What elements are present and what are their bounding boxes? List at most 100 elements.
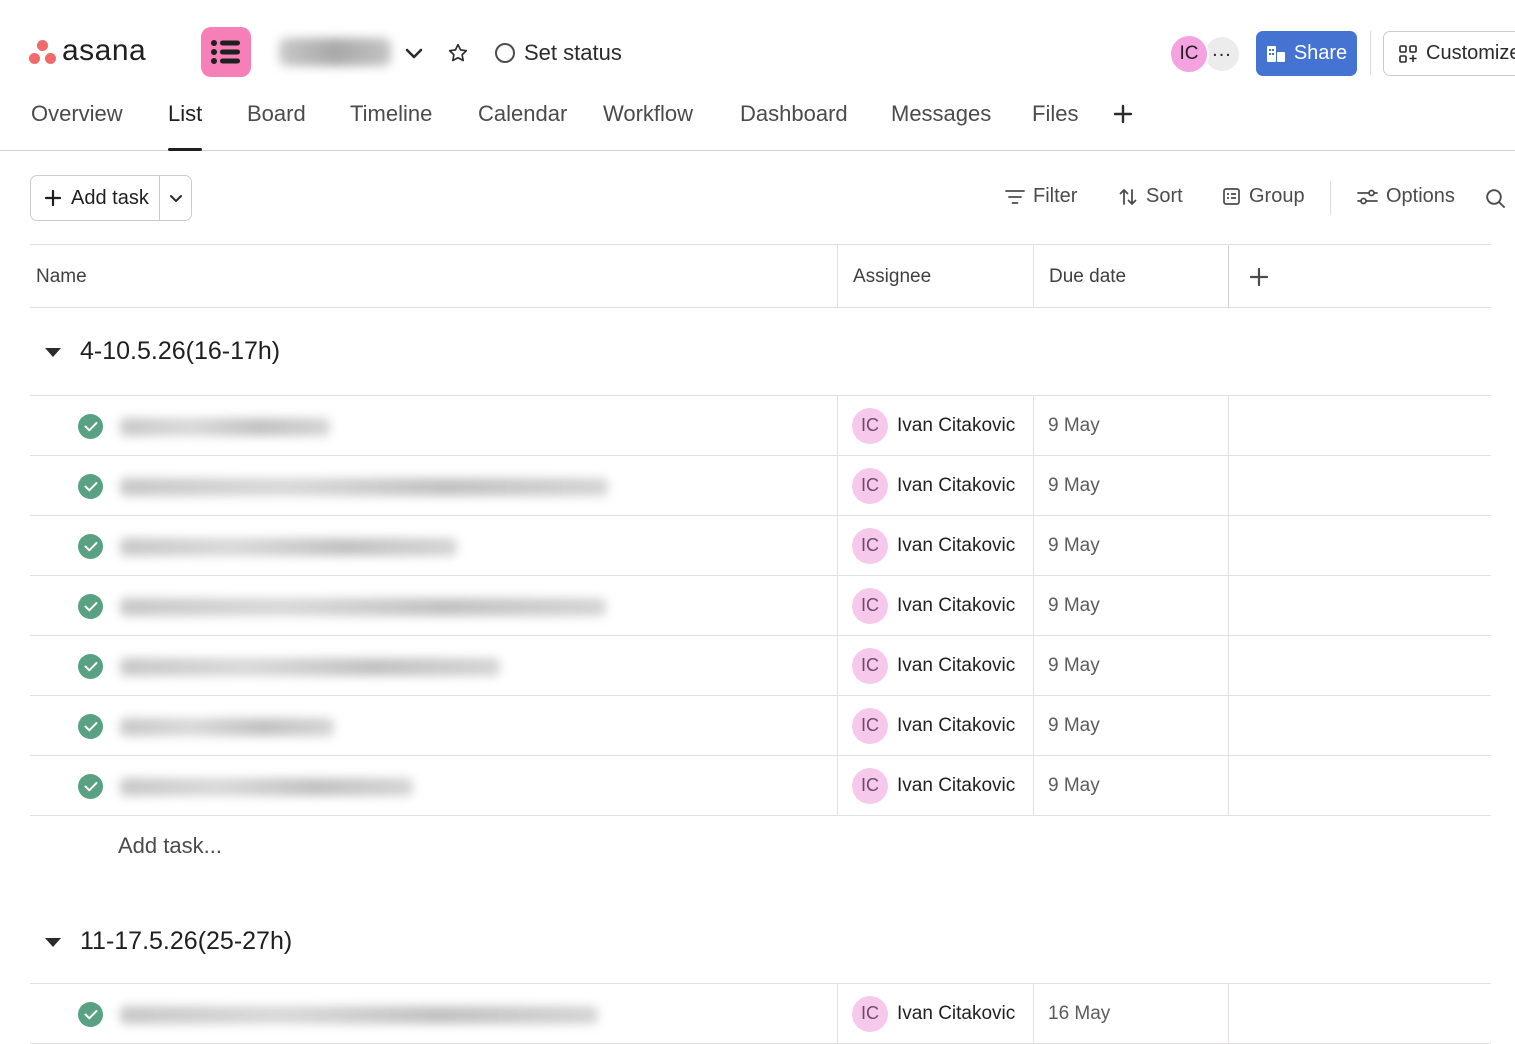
table-row[interactable]: IC Ivan Citakovic 9 May bbox=[30, 516, 1491, 576]
avatar: IC bbox=[852, 995, 888, 1032]
column-header-name[interactable]: Name bbox=[36, 245, 87, 308]
completed-check-icon[interactable] bbox=[78, 594, 103, 619]
section-title[interactable]: 11-17.5.26(25-27h) bbox=[80, 927, 292, 956]
table-row[interactable]: IC Ivan Citakovic 9 May bbox=[30, 396, 1491, 456]
add-task-menu-chevron-down-icon[interactable] bbox=[160, 176, 191, 220]
options-button[interactable]: Options bbox=[1357, 185, 1455, 208]
tab-list[interactable]: List bbox=[168, 101, 203, 151]
table-row[interactable]: IC Ivan Citakovic 16 May bbox=[30, 984, 1491, 1044]
project-list-icon[interactable] bbox=[201, 27, 251, 77]
search-icon[interactable] bbox=[1483, 186, 1507, 210]
due-date-cell[interactable]: 16 May bbox=[1033, 984, 1228, 1043]
tab-calendar[interactable]: Calendar bbox=[478, 101, 567, 151]
due-date-cell[interactable]: 9 May bbox=[1033, 636, 1228, 695]
add-tab-plus-icon[interactable] bbox=[1111, 101, 1135, 127]
completed-check-icon[interactable] bbox=[78, 474, 103, 499]
empty-cell bbox=[1228, 636, 1491, 695]
task-name-redacted[interactable] bbox=[120, 1006, 598, 1024]
section-title[interactable]: 4-10.5.26(16-17h) bbox=[80, 337, 280, 366]
assignee-cell[interactable]: IC Ivan Citakovic bbox=[837, 696, 1033, 755]
group-button[interactable]: Group bbox=[1222, 185, 1305, 208]
section-header[interactable]: 11-17.5.26(25-27h) bbox=[30, 900, 1491, 984]
completed-check-icon[interactable] bbox=[78, 714, 103, 739]
table-row[interactable]: IC Ivan Citakovic 9 May bbox=[30, 636, 1491, 696]
logo-text: asana bbox=[62, 34, 147, 67]
asana-logo[interactable]: asana bbox=[28, 34, 146, 68]
table-row[interactable]: IC Ivan Citakovic 9 May bbox=[30, 456, 1491, 516]
table-row[interactable]: IC Ivan Citakovic 9 May bbox=[30, 756, 1491, 816]
tab-files[interactable]: Files bbox=[1032, 101, 1078, 151]
filter-button[interactable]: Filter bbox=[1005, 185, 1077, 208]
task-name-redacted[interactable] bbox=[120, 538, 457, 556]
share-button[interactable]: Share bbox=[1256, 31, 1357, 76]
due-date-cell[interactable]: 9 May bbox=[1033, 576, 1228, 635]
due-date-cell[interactable]: 9 May bbox=[1033, 516, 1228, 575]
due-date-cell[interactable]: 9 May bbox=[1033, 396, 1228, 455]
collapse-caret-icon[interactable] bbox=[45, 938, 61, 947]
assignee-cell[interactable]: IC Ivan Citakovic bbox=[837, 636, 1033, 695]
task-name-redacted[interactable] bbox=[120, 658, 500, 676]
assignee-cell[interactable]: IC Ivan Citakovic bbox=[837, 396, 1033, 455]
tab-timeline[interactable]: Timeline bbox=[350, 101, 432, 151]
customize-grid-icon bbox=[1399, 44, 1417, 63]
add-task-inline[interactable]: Add task... bbox=[30, 816, 1491, 880]
view-tabs: Overview List Board Timeline Calendar Wo… bbox=[0, 96, 1515, 151]
sort-button[interactable]: Sort bbox=[1118, 185, 1183, 208]
project-menu-chevron-down-icon[interactable] bbox=[402, 42, 426, 66]
divider bbox=[1370, 31, 1371, 75]
empty-cell bbox=[1228, 984, 1491, 1043]
assignee-name: Ivan Citakovic bbox=[897, 474, 1016, 496]
filter-label: Filter bbox=[1033, 185, 1078, 207]
completed-check-icon[interactable] bbox=[78, 1002, 103, 1027]
tab-workflow[interactable]: Workflow bbox=[603, 101, 693, 151]
avatar: IC bbox=[852, 647, 888, 684]
task-name-redacted[interactable] bbox=[120, 418, 330, 436]
task-name-redacted[interactable] bbox=[120, 718, 334, 736]
sort-label: Sort bbox=[1146, 185, 1183, 207]
customize-button[interactable]: Customize bbox=[1383, 31, 1515, 76]
add-column-plus-icon[interactable] bbox=[1228, 245, 1288, 308]
task-name-redacted[interactable] bbox=[120, 478, 608, 496]
filter-icon bbox=[1005, 189, 1025, 204]
collapse-caret-icon[interactable] bbox=[45, 348, 61, 357]
empty-cell bbox=[1228, 516, 1491, 575]
add-task-button[interactable]: Add task bbox=[31, 176, 159, 220]
task-name-redacted[interactable] bbox=[120, 598, 606, 616]
assignee-cell[interactable]: IC Ivan Citakovic bbox=[837, 984, 1033, 1043]
avatar: IC bbox=[852, 527, 888, 564]
tab-overview[interactable]: Overview bbox=[31, 101, 123, 151]
assignee-cell[interactable]: IC Ivan Citakovic bbox=[837, 516, 1033, 575]
completed-check-icon[interactable] bbox=[78, 654, 103, 679]
assignee-cell[interactable]: IC Ivan Citakovic bbox=[837, 456, 1033, 515]
due-date-cell[interactable]: 9 May bbox=[1033, 696, 1228, 755]
task-list-table: Name Assignee Due date 4-10.5.26(16-17h)… bbox=[30, 244, 1491, 1044]
avatar[interactable]: IC bbox=[1169, 34, 1209, 74]
assignee-cell[interactable]: IC Ivan Citakovic bbox=[837, 576, 1033, 635]
table-row[interactable]: IC Ivan Citakovic 9 May bbox=[30, 696, 1491, 756]
completed-check-icon[interactable] bbox=[78, 414, 103, 439]
project-name-redacted[interactable] bbox=[279, 38, 391, 66]
task-name-redacted[interactable] bbox=[120, 778, 413, 796]
assignee-name: Ivan Citakovic bbox=[897, 1002, 1016, 1024]
completed-check-icon[interactable] bbox=[78, 774, 103, 799]
table-row[interactable]: IC Ivan Citakovic 9 May bbox=[30, 576, 1491, 636]
empty-cell bbox=[1228, 576, 1491, 635]
due-date-cell[interactable]: 9 May bbox=[1033, 456, 1228, 515]
set-status-button[interactable]: Set status bbox=[495, 40, 622, 66]
completed-check-icon[interactable] bbox=[78, 534, 103, 559]
column-header-assignee[interactable]: Assignee bbox=[837, 245, 1033, 308]
due-date-cell[interactable]: 9 May bbox=[1033, 756, 1228, 815]
star-icon[interactable] bbox=[445, 40, 471, 66]
tab-messages[interactable]: Messages bbox=[891, 101, 991, 151]
tab-dashboard[interactable]: Dashboard bbox=[740, 101, 848, 151]
sort-arrows-icon bbox=[1119, 188, 1137, 205]
avatar: IC bbox=[852, 767, 888, 804]
empty-cell bbox=[1228, 396, 1491, 455]
options-label: Options bbox=[1386, 185, 1455, 207]
section-header[interactable]: 4-10.5.26(16-17h) bbox=[30, 308, 1491, 396]
tab-board[interactable]: Board bbox=[247, 101, 306, 151]
assignee-cell[interactable]: IC Ivan Citakovic bbox=[837, 756, 1033, 815]
column-header-due-date[interactable]: Due date bbox=[1033, 245, 1228, 308]
empty-cell bbox=[1228, 456, 1491, 515]
add-task-label: Add task bbox=[71, 186, 149, 209]
